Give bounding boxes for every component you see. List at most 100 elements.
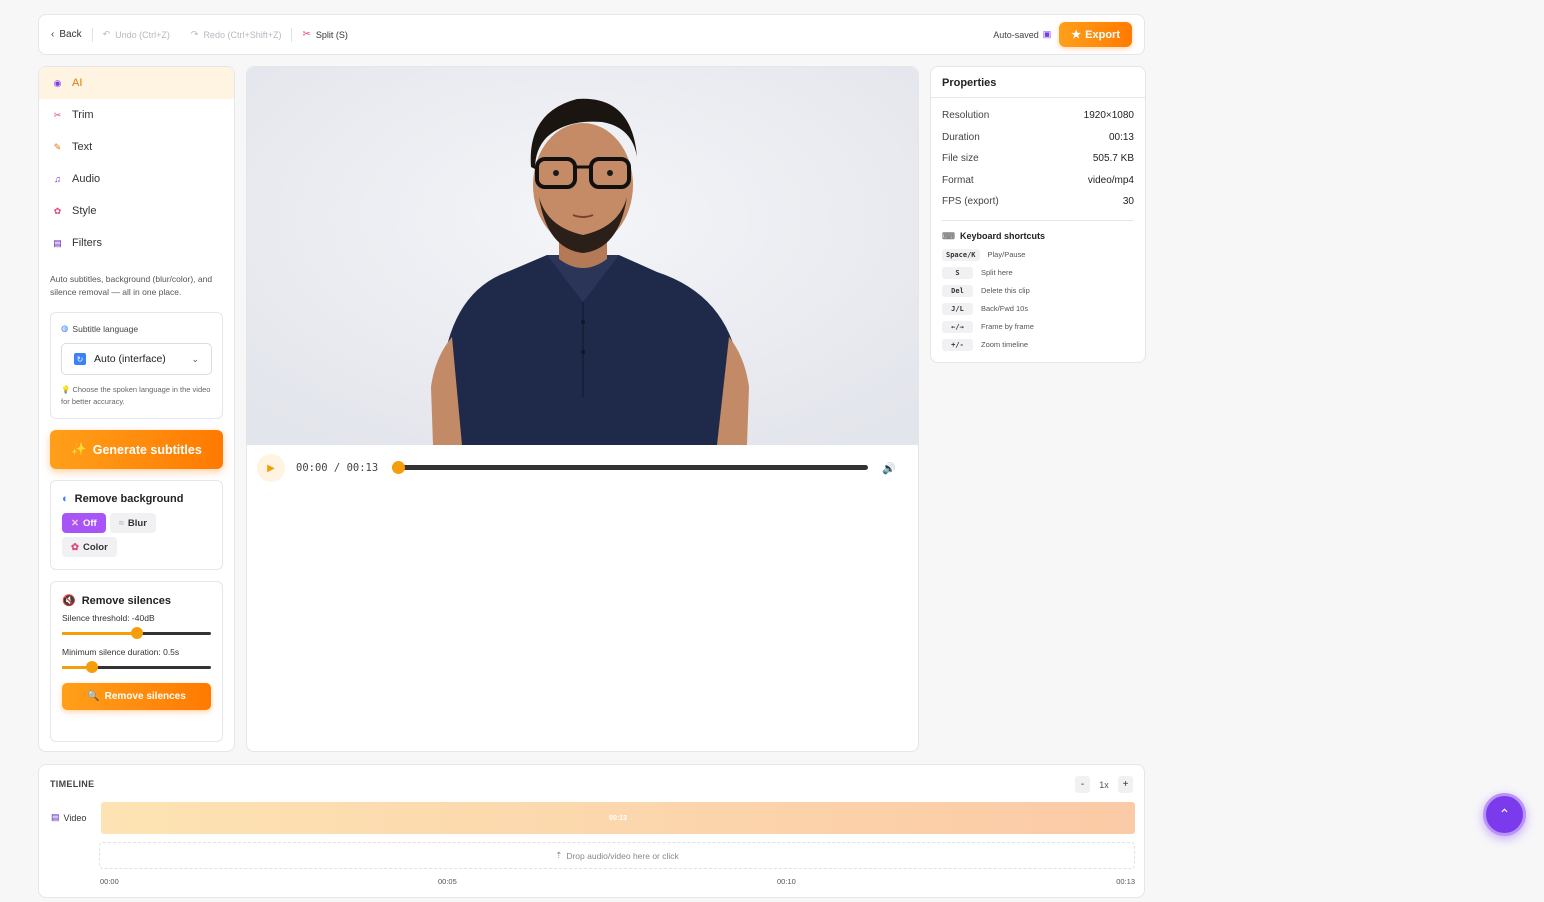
property-row: Resolution 1920×1080 [942,110,1134,122]
shortcut-row: ←/→ Frame by frame [931,318,1145,336]
sidebar-item-ai[interactable]: ◉ AI [39,67,234,99]
properties-panel: Properties Resolution 1920×1080 Duration… [930,66,1146,363]
timeline-zoom-controls: - 1x + [1075,776,1133,793]
chevron-down-icon: ⌄ [191,353,199,364]
music-note-icon: ♫ [54,174,61,184]
video-clip[interactable]: 00:13 [101,802,1135,834]
top-toolbar: ‹ Back ↶ Undo (Ctrl+Z) ↷ Redo (Ctrl+Shif… [38,14,1145,55]
remove-background-panel: ◐ Remove background ✕ Off ≈ Blur ✿ Color [50,480,223,570]
background-options-row2: ✿ Color [62,537,211,557]
redo-icon: ↷ [190,29,199,39]
property-row: FPS (export) 30 [942,196,1134,208]
sidebar-item-text[interactable]: ✎ Text [39,131,234,163]
export-button[interactable]: ★ Export [1059,22,1132,47]
background-off-option[interactable]: ✕ Off [62,513,106,533]
subtitle-language-select[interactable]: ↻ Auto (interface) ⌄ [61,343,212,375]
subtitle-language-panel: ◍ Subtitle language ↻ Auto (interface) ⌄… [50,312,223,419]
subtitle-language-label: ◍ Subtitle language [61,323,139,334]
language-hint: 💡 Choose the spoken language in the vide… [61,385,211,406]
generate-subtitles-button[interactable]: ✨ Generate subtitles [50,430,223,469]
properties-list: Resolution 1920×1080 Duration 00:13 File… [931,98,1145,213]
shortcut-row: J/L Back/Fwd 10s [931,300,1145,318]
remove-silences-button[interactable]: 🔍 Remove silences [62,683,211,710]
timeline-tick: 00:05 [438,877,457,886]
redo-button[interactable]: ↷ Redo (Ctrl+Shift+Z) [191,29,282,40]
zoom-in-button[interactable]: + [1118,776,1133,793]
property-row: File size 505.7 KB [942,153,1134,165]
timeline-ruler: 00:00 00:05 00:10 00:13 [100,877,1135,889]
slider-fill [62,632,137,635]
sidebar-item-audio[interactable]: ♫ Audio [39,163,234,195]
back-button[interactable]: ‹ Back [51,29,82,40]
undo-icon: ↶ [102,29,111,39]
silence-threshold-label: Silence threshold: -40dB [62,613,155,623]
volume-icon[interactable]: 🔊 [882,462,896,475]
fog-icon: ≈ [118,517,124,529]
remove-background-title: ◐ Remove background [62,493,184,505]
sidebar-item-trim[interactable]: ✂ Trim [39,99,234,131]
property-row: Duration 00:13 [942,131,1134,143]
background-blur-option[interactable]: ≈ Blur [109,513,156,533]
scissors-icon: ✂ [302,29,311,40]
background-color-option[interactable]: ✿ Color [62,537,117,557]
sidebar-item-filters[interactable]: ▤ Filters [39,227,234,259]
muted-speaker-icon: 🔇 [62,595,76,607]
timeline-panel: TIMELINE - 1x + ▤ Video 00:13 ⇡ Drop aud… [38,764,1145,898]
video-frame-person [247,67,918,445]
property-row: Format video/mp4 [942,174,1134,186]
zoom-out-button[interactable]: - [1075,776,1090,793]
audio-drop-zone[interactable]: ⇡ Drop audio/video here or click [99,842,1135,869]
properties-title: Properties [931,67,1145,98]
robot-icon: ◉ [53,77,62,88]
shortcut-row: +/- Zoom timeline [931,336,1145,354]
divider [91,27,93,42]
timeline-tick: 00:00 [100,877,119,886]
tools-sidebar: ◉ AI ✂ Trim ✎ Text ♫ Audio ✿ Style ▤ Fil… [38,66,235,752]
sparkles-icon: ✨ [71,442,87,456]
cross-icon: ✕ [71,517,79,529]
slider-thumb[interactable] [85,661,98,673]
keyboard-shortcuts-title: ⌨ Keyboard shortcuts [942,230,1046,242]
keyboard-icon: ⌨ [942,230,955,241]
min-silence-duration-slider[interactable] [62,659,211,675]
timeline-tick: 00:10 [777,877,796,886]
lightbulb-icon: 💡 [61,385,71,394]
video-preview[interactable] [247,67,918,445]
zoom-level: 1x [1099,779,1109,790]
palette-icon: ✿ [53,205,62,216]
seek-thumb[interactable] [392,461,406,474]
timeline-tick: 00:13 [1116,877,1135,886]
video-track-label: ▤ Video [51,812,87,823]
seek-track [392,465,869,470]
timeline-title: TIMELINE [50,779,95,789]
scissors-icon: ✂ [53,109,62,120]
star-icon: ★ [1071,29,1082,41]
background-options: ✕ Off ≈ Blur [62,513,211,533]
refresh-icon: ↻ [74,353,86,365]
ai-description: Auto subtitles, background (blur/color),… [50,274,213,297]
remove-silences-title: 🔇 Remove silences [62,594,171,608]
split-button[interactable]: ✂ Split (S) [302,29,347,40]
clapper-icon: ▤ [51,812,60,822]
divider [942,219,1134,221]
divider [291,27,293,42]
chevron-up-icon: ⌃ [1498,806,1511,822]
masks-icon: ◐ [62,493,69,505]
globe-icon: ◍ [61,323,69,333]
undo-button[interactable]: ↶ Undo (Ctrl+Z) [103,29,170,40]
play-icon: ▶ [267,462,275,474]
video-preview-card: ▶ 00:00 / 00:13 🔊 [246,66,919,752]
floppy-disk-icon: ▣ [1042,29,1052,39]
silence-threshold-slider[interactable] [62,625,211,641]
slider-thumb[interactable] [130,627,143,639]
play-button[interactable]: ▶ [257,454,285,482]
min-silence-duration-label: Minimum silence duration: 0.5s [62,647,180,657]
sidebar-item-style[interactable]: ✿ Style [39,195,234,227]
shortcut-row: S Split here [931,264,1145,282]
chevron-left-icon: ‹ [51,29,55,40]
scroll-to-top-button[interactable]: ⌃ [1483,793,1526,836]
magnifier-icon: 🔍 [87,691,100,702]
player-controls: ▶ 00:00 / 00:13 🔊 [257,454,912,482]
seek-bar[interactable] [392,461,869,475]
